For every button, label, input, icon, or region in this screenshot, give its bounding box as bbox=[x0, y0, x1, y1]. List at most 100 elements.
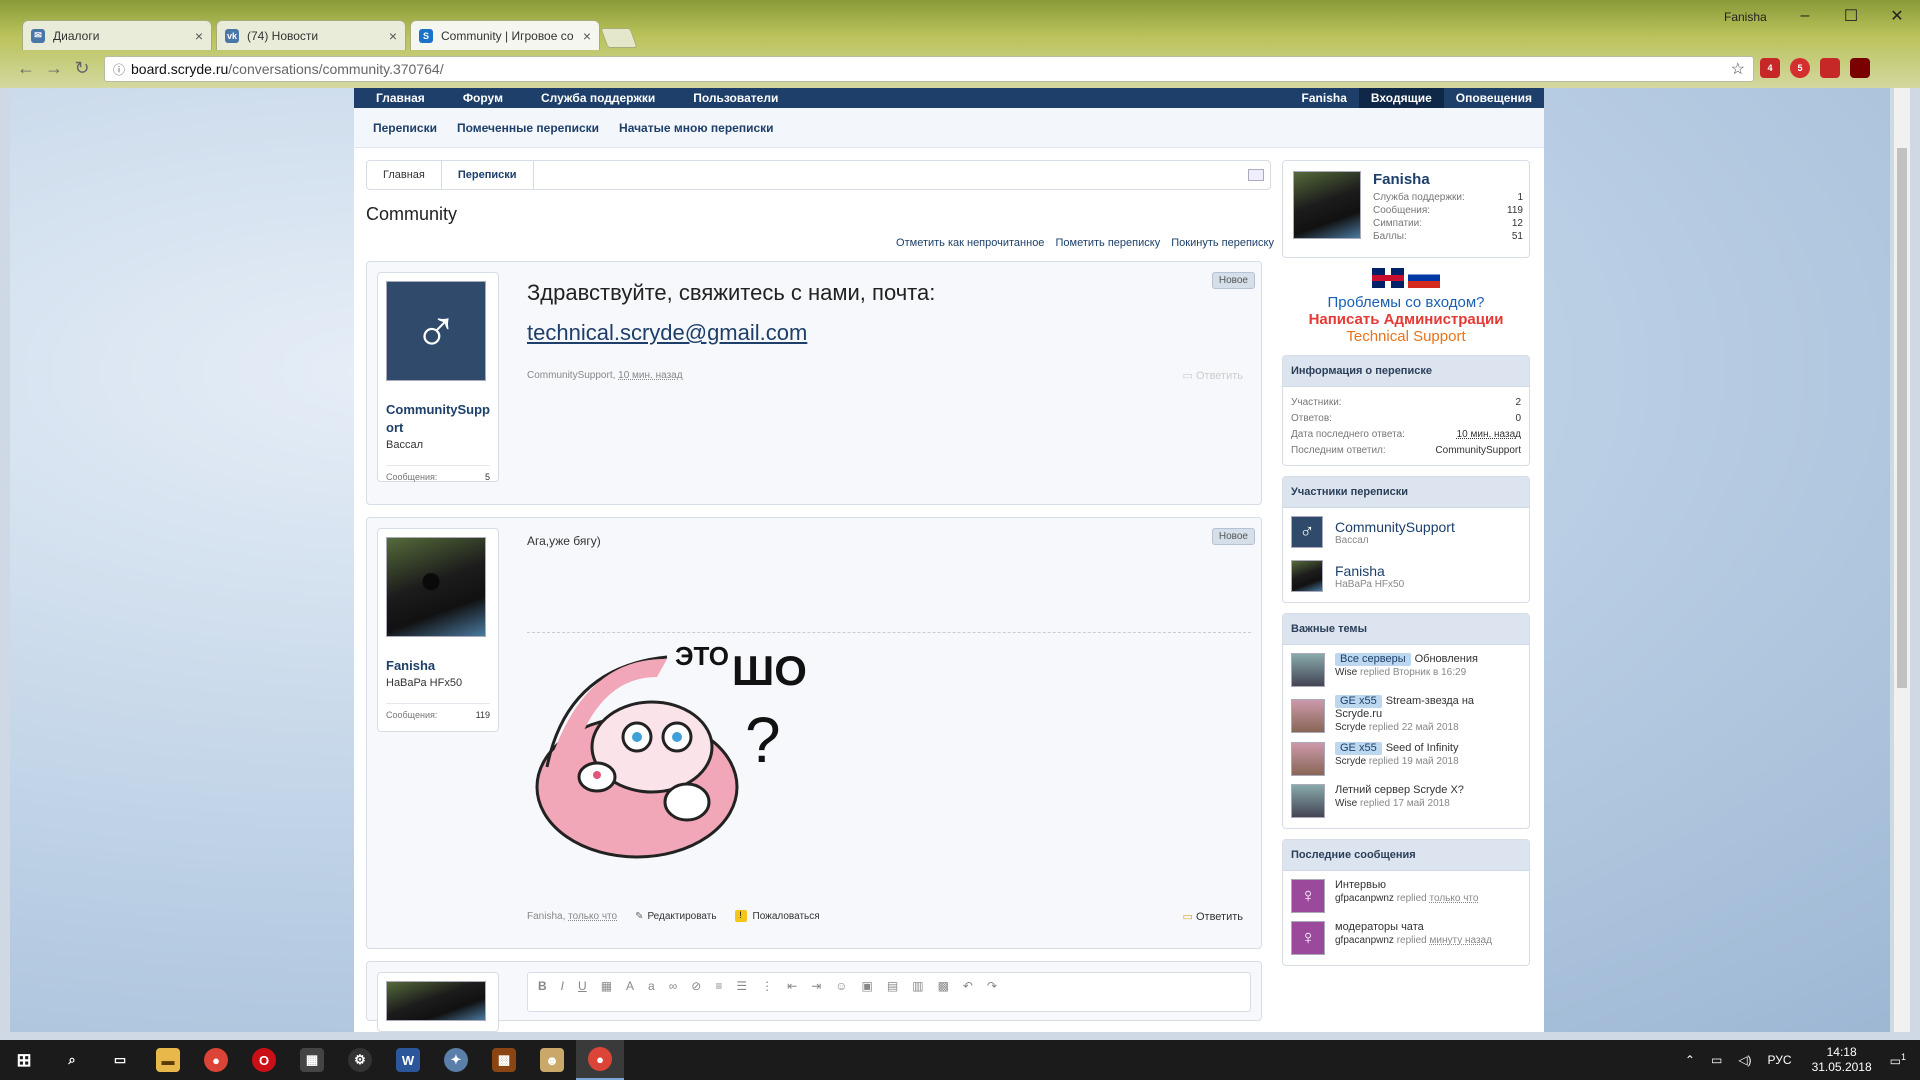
close-icon[interactable]: × bbox=[583, 28, 591, 44]
forward-arrow-icon[interactable]: → bbox=[40, 58, 68, 79]
outdent-icon[interactable]: ⇤ bbox=[787, 979, 797, 993]
calculator-icon[interactable]: ▦ bbox=[288, 1040, 336, 1080]
reply-link[interactable]: ▭ Ответить bbox=[1183, 910, 1243, 923]
insert-icon[interactable]: ▥ bbox=[912, 979, 923, 993]
search-icon[interactable]: ⌕ bbox=[48, 1040, 96, 1080]
participant[interactable]: Fanisha НаВаРа HFx50 bbox=[1283, 556, 1529, 596]
opera-icon[interactable]: O bbox=[240, 1040, 288, 1080]
volume-icon[interactable]: ◁) bbox=[1738, 1053, 1751, 1067]
notification-icon[interactable]: ▭1 bbox=[1890, 1052, 1906, 1068]
star-conversation-link[interactable]: Пометить переписку bbox=[1056, 237, 1161, 249]
contact-admin-link[interactable]: Написать Администрации bbox=[1282, 311, 1530, 328]
extension-icon[interactable]: 5 bbox=[1790, 58, 1810, 78]
app-icon[interactable]: ▩ bbox=[480, 1040, 528, 1080]
recent-title[interactable]: Интервью bbox=[1335, 879, 1478, 892]
mark-unread-link[interactable]: Отметить как непрочитанное bbox=[896, 237, 1044, 249]
nav-home[interactable]: Главная bbox=[376, 91, 425, 105]
file-explorer-icon[interactable]: ▬ bbox=[144, 1040, 192, 1080]
thread-author[interactable]: Scryde bbox=[1335, 756, 1366, 767]
close-window-icon[interactable]: ✕ bbox=[1874, 0, 1920, 32]
thread-author[interactable]: Wise bbox=[1335, 667, 1357, 678]
unlink-icon[interactable]: ⊘ bbox=[691, 979, 701, 993]
indent-icon[interactable]: ⇥ bbox=[811, 979, 821, 993]
ru-flag-icon[interactable] bbox=[1408, 268, 1440, 288]
participant[interactable]: ♂ CommunitySupport Вассал bbox=[1283, 508, 1529, 556]
participant-name[interactable]: CommunitySupport bbox=[1335, 519, 1455, 535]
font-family-icon[interactable]: a bbox=[648, 979, 655, 993]
save-draft-icon[interactable]: ▩ bbox=[938, 979, 949, 993]
start-button[interactable]: ⊞ bbox=[0, 1040, 48, 1080]
uk-flag-icon[interactable] bbox=[1372, 268, 1404, 288]
underline-icon[interactable]: U bbox=[578, 979, 587, 993]
network-tool-icon[interactable]: ✦ bbox=[432, 1040, 480, 1080]
thread-item[interactable]: Летний сервер Scryde X? Wise replied 17 … bbox=[1283, 780, 1529, 822]
browser-profile-name[interactable]: Fanisha bbox=[1724, 10, 1767, 24]
thread-title[interactable]: Seed of Infinity bbox=[1386, 742, 1459, 754]
meta-author[interactable]: CommunitySupport bbox=[527, 370, 613, 381]
maximize-icon[interactable]: ☐ bbox=[1828, 0, 1874, 32]
numbered-list-icon[interactable]: ⋮ bbox=[761, 979, 773, 993]
tab-community[interactable]: S Community | Игровое со × bbox=[410, 20, 600, 50]
extension-icon[interactable] bbox=[1820, 58, 1840, 78]
font-size-icon[interactable]: A bbox=[626, 979, 634, 993]
clock[interactable]: 14:18 31.05.2018 bbox=[1812, 1045, 1872, 1075]
chrome-active-icon[interactable]: ● bbox=[576, 1040, 624, 1080]
participant-name[interactable]: Fanisha bbox=[1335, 563, 1404, 579]
login-help-link[interactable]: Проблемы со входом? bbox=[1282, 294, 1530, 311]
network-icon[interactable]: ▭ bbox=[1711, 1053, 1722, 1067]
task-view-icon[interactable]: ▭ bbox=[96, 1040, 144, 1080]
username[interactable]: CommunitySupport bbox=[386, 401, 490, 437]
extension-icon[interactable] bbox=[1850, 58, 1870, 78]
nav-users[interactable]: Пользователи bbox=[693, 91, 778, 105]
media-icon[interactable]: ▤ bbox=[887, 979, 898, 993]
email-link[interactable]: technical.scryde@gmail.com bbox=[527, 320, 1251, 346]
close-icon[interactable]: × bbox=[389, 28, 397, 44]
edit-link[interactable]: Редактировать bbox=[647, 911, 716, 922]
thread-author[interactable]: Wise bbox=[1335, 798, 1357, 809]
adblock-extension-icon[interactable]: 4 bbox=[1760, 58, 1780, 78]
recent-author[interactable]: gfpacanpwnz bbox=[1335, 893, 1394, 904]
thread-author[interactable]: Scryde bbox=[1335, 722, 1366, 733]
breadcrumb-conversations[interactable]: Переписки bbox=[442, 161, 534, 189]
reload-icon[interactable]: ↻ bbox=[68, 58, 96, 79]
subnav-started[interactable]: Начатые мною переписки bbox=[619, 121, 773, 135]
avatar[interactable]: ● bbox=[386, 537, 486, 637]
minimize-icon[interactable]: – bbox=[1782, 0, 1828, 32]
undo-icon[interactable]: ↶ bbox=[963, 979, 973, 993]
thread-item[interactable]: GE x55 Stream-звезда на Scryde.ru Scryde … bbox=[1283, 691, 1529, 738]
recent-item[interactable]: ♀ Интервью gfpacanpwnz replied только чт… bbox=[1283, 871, 1529, 917]
nav-support[interactable]: Служба поддержки bbox=[541, 91, 655, 105]
recent-title[interactable]: модераторы чата bbox=[1335, 921, 1492, 934]
word-icon[interactable]: W bbox=[384, 1040, 432, 1080]
language-indicator[interactable]: РУС bbox=[1768, 1053, 1792, 1067]
nav-account[interactable]: Fanisha bbox=[1290, 88, 1359, 108]
thread-item[interactable]: GE x55 Seed of Infinity Scryde replied 19… bbox=[1283, 738, 1529, 780]
thread-title[interactable]: Летний сервер Scryde X? bbox=[1335, 784, 1464, 796]
meta-author[interactable]: Fanisha bbox=[527, 911, 563, 922]
avatar[interactable]: ♂ bbox=[386, 281, 486, 381]
visitor-name[interactable]: Fanisha bbox=[1373, 171, 1430, 188]
redo-icon[interactable]: ↷ bbox=[987, 979, 997, 993]
bookmark-star-icon[interactable]: ☆ bbox=[1731, 59, 1745, 79]
image-icon[interactable]: ▣ bbox=[862, 979, 873, 993]
breadcrumb-home[interactable]: Главная bbox=[367, 161, 442, 189]
recent-author[interactable]: gfpacanpwnz bbox=[1335, 935, 1394, 946]
tab-news[interactable]: vk (74) Новости × bbox=[216, 20, 406, 50]
info-icon[interactable]: ⓘ bbox=[113, 61, 125, 78]
align-icon[interactable]: ≡ bbox=[715, 979, 722, 993]
report-link[interactable]: Пожаловаться bbox=[753, 911, 820, 922]
close-icon[interactable]: × bbox=[195, 28, 203, 44]
editor[interactable]: B I U ▦ A a ∞ ⊘ ≡ ☰ ⋮ ⇤ ⇥ ☺ ▣ ▤ ▥ ▩ ↶ ↷ bbox=[527, 972, 1251, 1012]
subnav-conversations[interactable]: Переписки bbox=[373, 121, 437, 135]
game-launcher-icon[interactable]: ⚙ bbox=[336, 1040, 384, 1080]
jump-menu-icon[interactable] bbox=[1248, 169, 1264, 181]
info-value[interactable]: CommunitySupport bbox=[1435, 443, 1521, 459]
address-bar[interactable]: ⓘ board.scryde.ru/conversations/communit… bbox=[104, 56, 1754, 82]
color-icon[interactable]: ▦ bbox=[601, 979, 612, 993]
username[interactable]: Fanisha bbox=[386, 657, 490, 675]
thread-item[interactable]: Все серверы Обновления Wise replied Вторн… bbox=[1283, 645, 1529, 691]
link-icon[interactable]: ∞ bbox=[669, 979, 678, 993]
thread-title[interactable]: Обновления bbox=[1415, 653, 1478, 665]
avatar[interactable] bbox=[1293, 171, 1361, 239]
italic-icon[interactable]: I bbox=[561, 979, 564, 993]
